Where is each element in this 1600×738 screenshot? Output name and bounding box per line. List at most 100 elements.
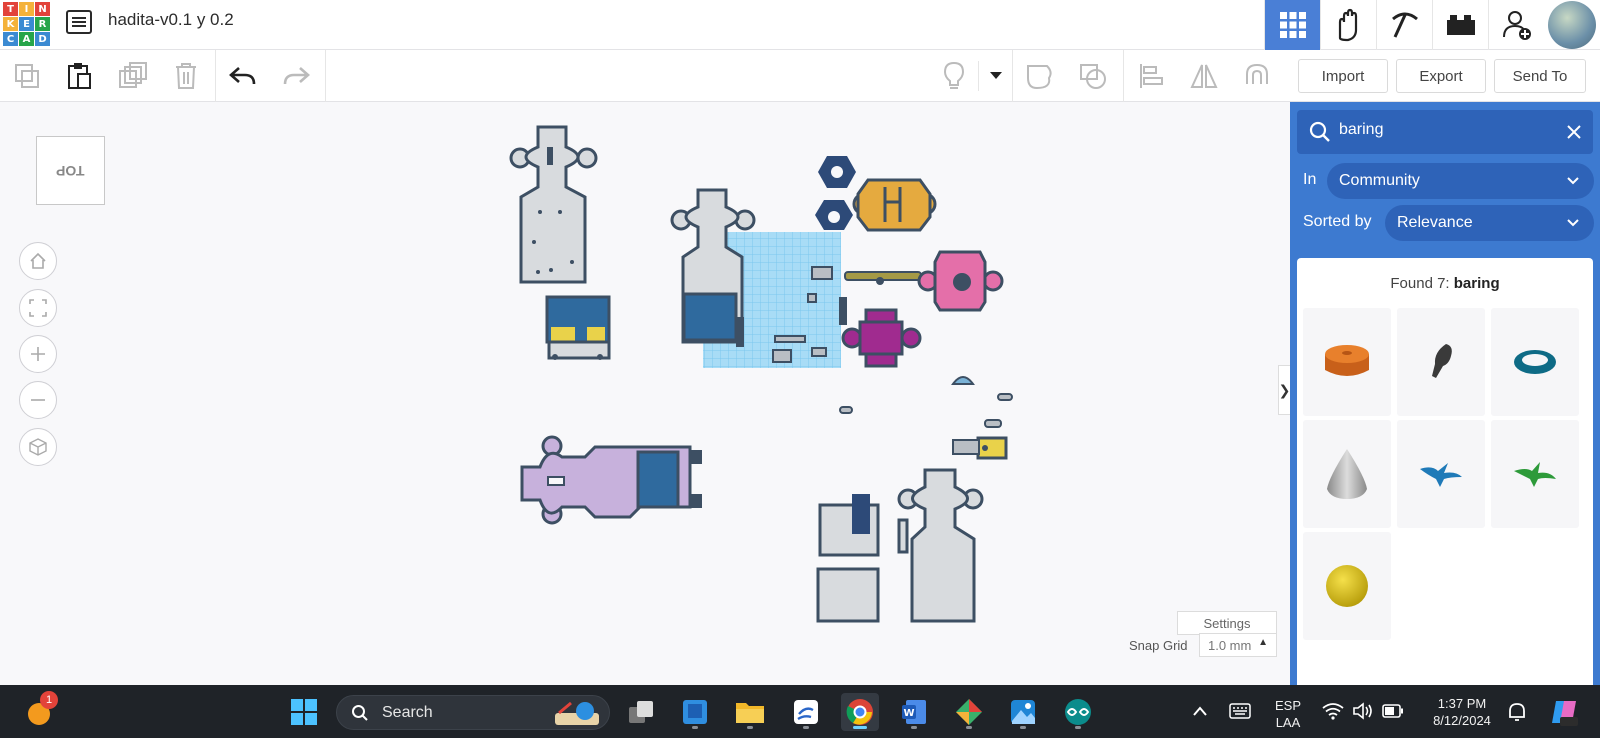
cruise-button[interactable] [1230,50,1283,102]
whiteboard-icon [794,700,818,724]
caret-up-icon: ▲ [1258,637,1268,648]
freeform-app[interactable] [787,693,825,731]
duplicate-button[interactable] [106,50,159,102]
result-orange-cylinder[interactable] [1303,308,1391,416]
blocks-view-button[interactable] [1320,0,1376,50]
design-title[interactable]: hadita-v0.1 y 0.2 [108,10,234,30]
start-button[interactable] [285,693,323,731]
weather-widget[interactable]: 1 [26,691,58,727]
copilot-icon[interactable] [1548,697,1580,727]
history-group [216,50,326,102]
delete-button[interactable] [159,50,212,102]
send-to-button[interactable]: Send To [1494,59,1586,93]
workplane[interactable]: TOP ❯ Settings Snap Grid 1.0 mm ▲ [0,102,1290,685]
align-icon [1139,64,1163,88]
result-yellow-sphere[interactable] [1303,532,1391,640]
chassis-plate-1[interactable] [509,125,598,284]
tinkercad-desktop-app[interactable] [950,693,988,731]
result-blue-bird[interactable] [1397,420,1485,528]
design-list-icon[interactable] [66,10,92,34]
chevron-up-icon[interactable] [1192,705,1208,717]
clear-search-icon[interactable] [1567,125,1581,139]
notes-button[interactable] [930,50,978,102]
gear-part-1[interactable] [818,156,856,188]
svg-text:W: W [903,708,914,719]
align-button[interactable] [1124,50,1177,102]
bird-icon [1420,463,1462,487]
pink-mount[interactable] [917,250,1004,312]
undo-icon [228,67,255,85]
result-teal-ring[interactable] [1491,308,1579,416]
rod-part[interactable] [844,271,922,285]
invite-user-button[interactable] [1488,0,1544,50]
magenta-mount[interactable] [841,308,922,368]
pickaxe-icon [1391,12,1418,38]
copy-button[interactable] [0,50,53,102]
panel-collapse-tab[interactable]: ❯ [1278,365,1290,415]
arduino-app[interactable] [1059,693,1097,731]
arduino-board-1[interactable] [682,292,744,347]
battery-icon[interactable] [1382,704,1404,718]
mirror-button[interactable] [1177,50,1230,102]
snap-grid-select[interactable]: 1.0 mm ▲ [1199,633,1277,657]
chrome-app[interactable] [841,693,879,731]
grid-icon [1279,12,1306,38]
import-button[interactable]: Import [1298,59,1388,93]
task-view-button[interactable] [622,693,660,731]
language-indicator[interactable]: ESP LAA [1268,697,1308,731]
logo-letter: T [3,2,18,16]
chassis-plate-3[interactable] [897,468,984,623]
scene-canvas[interactable] [0,102,1290,685]
result-green-bird[interactable] [1491,420,1579,528]
glove-icon [1338,8,1357,42]
circuits-view-button[interactable] [1432,0,1488,50]
user-avatar[interactable] [1548,1,1596,49]
sort-dropdown[interactable]: Relevance [1385,205,1594,241]
trash-icon [175,63,196,89]
search-query: baring [1339,121,1384,138]
redo-icon [283,67,310,85]
result-gray-cone[interactable] [1303,420,1391,528]
result-dark-figure[interactable] [1397,308,1485,416]
purple-chassis[interactable] [520,435,702,525]
notification-bell-icon[interactable] [1506,701,1528,723]
duplicate-icon [118,62,147,88]
windows-taskbar: 1 Search W ESP LAA 1:37 PM 8/12/2024 [0,685,1600,738]
clock[interactable]: 1:37 PM 8/12/2024 [1423,695,1501,729]
gear-part-2[interactable] [815,200,853,230]
volume-icon[interactable] [1352,702,1374,720]
paste-icon [67,63,91,89]
notes-dropdown[interactable] [978,61,1012,91]
widgets-app[interactable] [676,693,714,731]
photos-app[interactable] [1004,693,1042,731]
wifi-icon[interactable] [1322,702,1344,720]
group-button[interactable] [1013,50,1066,102]
results-count: Found 7: baring [1297,275,1593,292]
scattered-parts[interactable] [839,376,1013,428]
sphere-icon [1326,565,1368,607]
source-dropdown[interactable]: Community [1327,163,1594,199]
settings-button[interactable]: Settings [1177,611,1277,635]
redo-button[interactable] [269,50,322,102]
file-explorer-app[interactable] [731,693,769,731]
word-app[interactable]: W [895,693,933,731]
keyboard-icon[interactable] [1229,703,1251,719]
sort-value: Relevance [1397,214,1473,231]
tinkercad-logo[interactable]: TIN KER CAD [3,2,51,47]
taskbar-search[interactable]: Search [336,695,610,730]
arduino-car-1[interactable] [545,295,611,360]
shape-group [1013,50,1124,102]
undo-button[interactable] [216,50,269,102]
paste-button[interactable] [53,50,106,102]
bottom-bracket[interactable] [816,494,880,623]
search-input[interactable]: baring [1297,110,1593,154]
ungroup-button[interactable] [1066,50,1119,102]
bricks-view-button[interactable] [1376,0,1432,50]
ungroup-icon [1079,64,1106,89]
orange-mount[interactable] [852,178,937,232]
sorted-by-label: Sorted by [1303,213,1372,230]
3d-design-view-button[interactable] [1264,0,1320,50]
clock-time: 1:37 PM [1437,696,1487,711]
yellow-motor[interactable] [952,436,1008,460]
export-button[interactable]: Export [1396,59,1486,93]
